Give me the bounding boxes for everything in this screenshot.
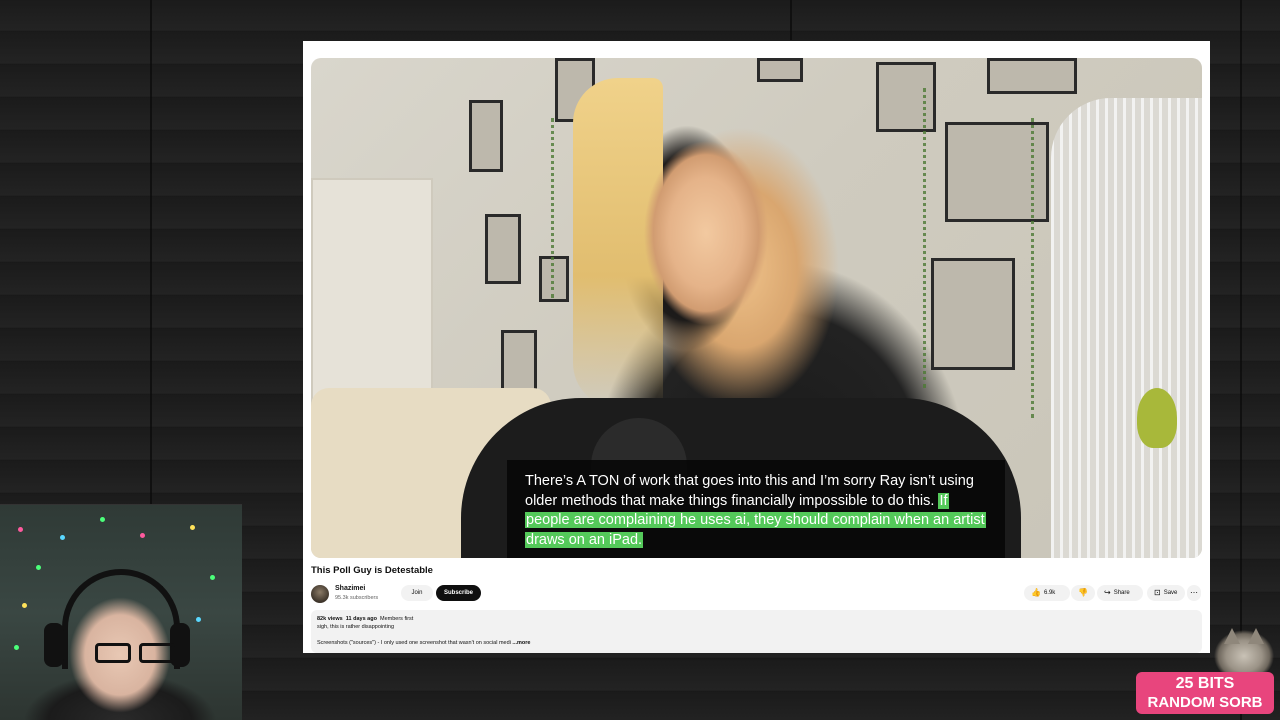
wall-frame (931, 258, 1015, 370)
more-horizontal-icon: ⋯ (1190, 588, 1198, 597)
upload-age: 11 days ago (345, 616, 377, 622)
bookmark-icon: ⊡ (1154, 588, 1161, 597)
wall-frame (485, 214, 521, 284)
string-light (190, 525, 195, 530)
caption-text: There’s A TON of work that goes into thi… (525, 473, 974, 509)
video-title: This Poll Guy is Detestable (311, 565, 433, 576)
video-player[interactable]: There’s A TON of work that goes into thi… (311, 58, 1202, 558)
caption-highlight: people are complaining he uses ai, they … (525, 512, 986, 528)
like-count: 6.9k (1043, 590, 1056, 596)
wall-frame (501, 330, 537, 392)
closed-captions: There’s A TON of work that goes into thi… (507, 460, 1005, 558)
caption-highlight: If (938, 492, 949, 509)
string-light (60, 535, 65, 540)
wall-frame (987, 58, 1077, 94)
share-icon: ↪ (1104, 588, 1111, 597)
show-more-link[interactable]: ...more (512, 640, 530, 646)
webcam-overlay (0, 504, 242, 720)
save-button[interactable]: ⊡ Save (1147, 585, 1185, 601)
like-button[interactable]: 👍 6.9k (1024, 585, 1070, 601)
join-button[interactable]: Join (401, 585, 433, 601)
background-seam (1240, 0, 1242, 720)
person-face (641, 138, 771, 328)
string-light (196, 617, 201, 622)
string-light (140, 533, 145, 538)
channel-branding: 25 BITS RANDOM SORB (1136, 672, 1274, 714)
members-first-badge: Members first (380, 616, 414, 622)
bird-cage (1051, 98, 1202, 558)
parrot (1137, 388, 1177, 448)
glasses (95, 643, 181, 665)
vine (923, 88, 929, 388)
video-page: There’s A TON of work that goes into thi… (303, 41, 1210, 653)
string-light (210, 575, 215, 580)
door (311, 178, 433, 408)
string-light (22, 603, 27, 608)
background-seam (790, 0, 792, 40)
share-label: Share (1113, 590, 1130, 596)
branding-line1: 25 BITS (1175, 675, 1235, 692)
branding-line2: RANDOM SORB (1147, 694, 1263, 711)
string-light (18, 527, 23, 532)
thumbs-down-icon: 👎 (1078, 588, 1088, 597)
share-button[interactable]: ↪ Share (1097, 585, 1143, 601)
view-count: 82k views (317, 616, 343, 622)
description-line: Screenshots ("sources") - I only used on… (317, 640, 511, 646)
subscriber-count: 95.3k subscribers (335, 595, 379, 601)
channel-name[interactable]: Shazimei (335, 585, 365, 592)
thumbs-up-icon: 👍 (1031, 588, 1041, 597)
description-box[interactable]: 82k views 11 days ago Members first sigh… (311, 610, 1202, 653)
wall-frame (469, 100, 503, 172)
caption-highlight: draws on an iPad. (525, 531, 644, 548)
avatar[interactable] (311, 585, 329, 603)
vine (1031, 118, 1037, 418)
save-label: Save (1163, 590, 1178, 596)
more-actions-button[interactable]: ⋯ (1187, 585, 1201, 601)
dislike-button[interactable]: 👎 (1071, 585, 1095, 601)
description-line: sigh, this is rather disappointing (317, 624, 395, 630)
channel-row: Shazimei 95.3k subscribers Join Subscrib… (311, 583, 1202, 605)
subscribe-button[interactable]: Subscribe (436, 585, 481, 601)
headphone-earcup (44, 623, 64, 667)
string-light (14, 645, 19, 650)
string-light (36, 565, 41, 570)
string-light (100, 517, 105, 522)
